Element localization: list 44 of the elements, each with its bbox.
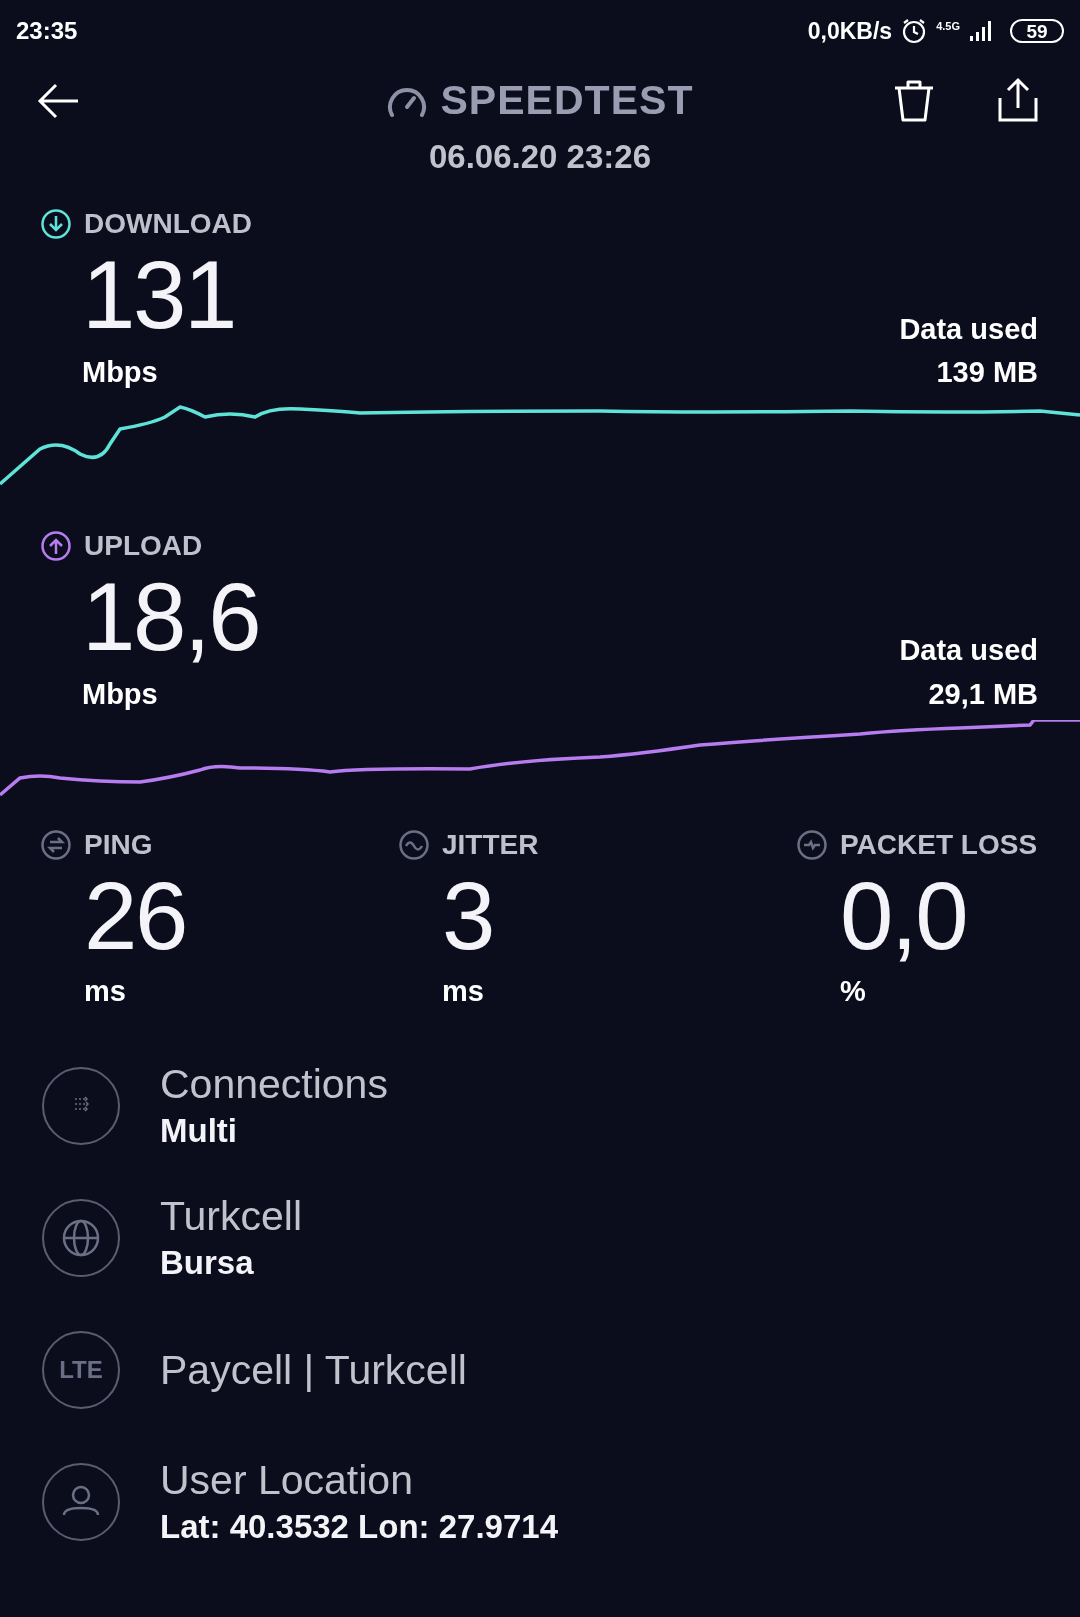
data-used-label: Data used (899, 633, 1038, 668)
detail-subtitle: Bursa (160, 1242, 255, 1283)
metric-value: 0,0 (839, 866, 968, 966)
metric-unit: ms (83, 974, 127, 1009)
share-button[interactable] (996, 76, 1040, 124)
test-date: 06.06.20 23:26 (429, 140, 651, 173)
data-used-value: 29,1 MB (928, 676, 1038, 712)
network-speed: 0,0KB/s (807, 16, 893, 46)
metric-label: PING (84, 828, 153, 862)
network-type: 4.5G (936, 18, 960, 34)
person-icon (62, 1485, 100, 1515)
trash-icon (893, 78, 935, 124)
data-used-label: Data used (899, 311, 1038, 347)
detail-title: Connections (160, 1059, 388, 1109)
globe-icon (62, 1219, 100, 1256)
loss-icon (796, 829, 828, 861)
metric-value: 26 (83, 866, 187, 966)
metric-unit: % (839, 974, 867, 1009)
data-used-value: 139 MB (936, 355, 1038, 390)
speed-unit: Mbps (82, 676, 159, 712)
battery-indicator: 59 (1010, 19, 1064, 43)
metric-value: 3 (441, 866, 494, 966)
metric-unit: ms (441, 974, 485, 1009)
section-label: DOWNLOAD (84, 207, 252, 241)
detail-title: Turkcell (160, 1191, 302, 1241)
speed-unit: Mbps (82, 355, 159, 390)
detail-subtitle: Multi (160, 1110, 238, 1151)
detail-subtitle: Lat: 40.3532 Lon: 27.9714 (160, 1506, 559, 1547)
lte-label: LTE (59, 1354, 103, 1385)
share-icon (996, 76, 1040, 124)
metric-label: PACKET LOSS (840, 828, 1038, 862)
parallel-arrows-icon (74, 1095, 90, 1112)
detail-title: User Location (160, 1455, 414, 1505)
section-label: UPLOAD (84, 528, 203, 563)
signal-icon (968, 19, 994, 43)
speed-value: 18,6 (82, 566, 260, 667)
speed-value: 131 (82, 245, 235, 345)
delete-button[interactable] (893, 78, 935, 124)
jitter-icon (398, 829, 430, 861)
metric-label: JITTER (442, 828, 539, 862)
page-title: SPEEDTEST (440, 76, 694, 126)
ping-icon (40, 829, 72, 861)
detail-title: Paycell | Turkcell (160, 1345, 467, 1395)
status-time: 23:35 (16, 16, 78, 46)
